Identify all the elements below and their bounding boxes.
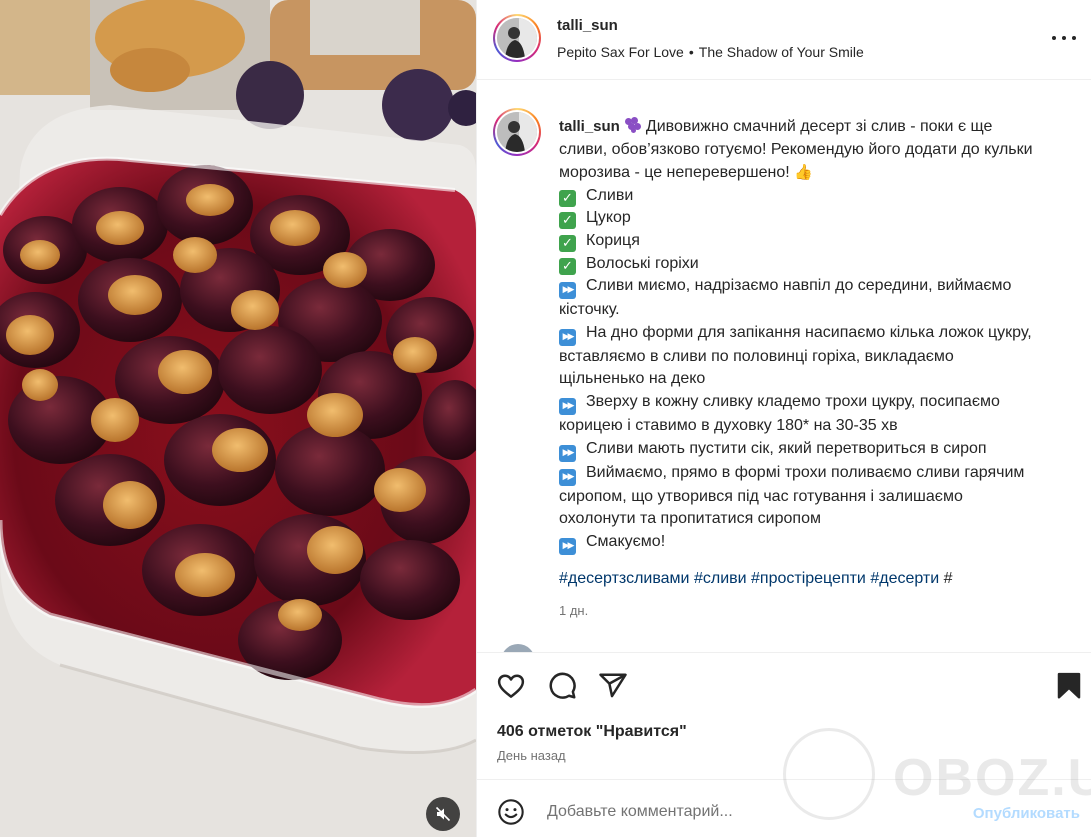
step-item-continued: щільненько на деко — [559, 370, 706, 388]
step-item-continued: сиропом, що утворився під час готування … — [559, 487, 963, 505]
likes-count[interactable]: 406 отметок "Нравится" — [497, 723, 687, 741]
caption-intro-line: Дивовижно смачний десерт зі слив - поки … — [645, 118, 993, 135]
hashtag-link[interactable]: #десерти — [870, 570, 939, 587]
step-item-continued: охолонути та пропитатися сиропом — [559, 510, 821, 528]
audio-separator: • — [688, 44, 694, 60]
caption-first-line: talli_sun Дивовижно смачний десерт зі сли… — [559, 116, 1083, 139]
hashtag-link[interactable]: # — [944, 570, 953, 587]
next-comment-avatar[interactable] — [501, 644, 535, 652]
hashtag-link[interactable]: #сливи — [694, 570, 747, 587]
more-options-button[interactable] — [1052, 28, 1076, 48]
add-comment-section: Опубликовать — [477, 781, 1091, 837]
fast-forward-icon: ▶▶ — [559, 444, 576, 462]
post-header: talli_sun Pepito Sax For Love • The Shadow… — [477, 0, 1091, 80]
ingredient-item: ✓ Сливи — [559, 185, 1083, 208]
caption-intro-line: сливи, обов’язково готуємо! Рекомендую й… — [559, 140, 1033, 158]
audio-attribution[interactable]: Pepito Sax For Love • The Shadow of Your S… — [557, 44, 864, 60]
audio-artist[interactable]: Pepito Sax For Love — [557, 44, 684, 60]
comment-icon — [549, 672, 576, 699]
step-item: ▶▶ Виймаємо, прямо в формі трохи поливаєм… — [559, 462, 1083, 486]
save-button[interactable] — [1054, 671, 1084, 701]
plum-dessert-image — [0, 0, 476, 837]
step-item: ▶▶ На дно форми для запікання насипаємо к… — [559, 322, 1083, 346]
caption-intro-line: морозива - це неперевершено! 👍 — [559, 161, 1083, 185]
caption-author-avatar[interactable] — [493, 108, 541, 156]
fast-forward-icon: ▶▶ — [559, 397, 576, 415]
post-actions: 406 отметок "Нравится" День назад — [477, 652, 1091, 780]
ingredient-item: ✓ Кориця — [559, 230, 1083, 253]
author-username[interactable]: talli_sun — [557, 17, 618, 34]
post-date: День назад — [497, 748, 566, 763]
speaker-muted-icon — [435, 806, 451, 822]
step-item-continued: кісточку. — [559, 301, 620, 319]
step-item: ▶▶ Сливи миємо, надрізаємо навпіл до сере… — [559, 275, 1083, 300]
like-button[interactable] — [496, 671, 526, 701]
step-item-continued: вставляємо в сливи по половинці горіха, … — [559, 347, 954, 365]
more-dot-icon — [1052, 36, 1056, 40]
comments-scroll-area[interactable]: talli_sun Дивовижно смачний десерт зі сли… — [477, 81, 1091, 652]
comment-input[interactable] — [547, 797, 947, 827]
fast-forward-icon: ▶▶ — [559, 468, 576, 486]
avatar-image — [497, 18, 537, 58]
more-dot-icon — [1062, 36, 1066, 40]
check-mark-button-icon: ✓ — [559, 234, 576, 252]
caption-timestamp[interactable]: 1 дн. — [559, 600, 1083, 623]
fast-forward-icon: ▶▶ — [559, 537, 576, 555]
grapes-icon — [624, 117, 642, 133]
fast-forward-icon: ▶▶ — [559, 328, 576, 346]
hashtag-link[interactable]: #простірецепти — [751, 570, 866, 587]
audio-title[interactable]: The Shadow of Your Smile — [699, 44, 864, 60]
author-avatar[interactable] — [493, 14, 541, 62]
publish-button[interactable]: Опубликовать — [973, 805, 1080, 822]
step-item: ▶▶ Сливи мають пустити сік, який перетвор… — [559, 438, 1083, 462]
emoji-button[interactable] — [497, 798, 525, 826]
more-dot-icon — [1072, 36, 1076, 40]
comment-button[interactable] — [547, 671, 577, 701]
post-caption: talli_sun Дивовижно смачний десерт зі сли… — [559, 116, 1083, 623]
hashtags: #десертзсливами #сливи #простірецепти #д… — [559, 568, 1083, 591]
check-mark-button-icon: ✓ — [559, 257, 576, 275]
check-mark-button-icon: ✓ — [559, 189, 576, 207]
hashtag-link[interactable]: #десертзсливами — [559, 570, 690, 587]
step-item-continued: корицею і ставимо в духовку 180* на 30-3… — [559, 416, 898, 434]
post-photo[interactable] — [0, 0, 476, 837]
caption-username[interactable]: talli_sun — [559, 118, 620, 135]
check-mark-button-icon: ✓ — [559, 212, 576, 230]
thumbs-up-icon: 👍 — [794, 163, 813, 182]
bookmark-icon — [1057, 672, 1081, 699]
fast-forward-icon: ▶▶ — [559, 282, 576, 300]
audio-muted-button[interactable] — [426, 797, 460, 831]
step-item: ▶▶ Смакуємо! — [559, 531, 1083, 555]
step-item: ▶▶ Зверху в кожну сливку кладемо трохи цу… — [559, 391, 1083, 415]
smiley-icon — [498, 799, 524, 825]
post-details-panel: talli_sun Pepito Sax For Love • The Shadow… — [476, 0, 1091, 837]
heart-icon — [497, 674, 525, 698]
ingredient-item: ✓ Волоські горіхи — [559, 253, 1083, 276]
ingredient-item: ✓ Цукор — [559, 207, 1083, 230]
share-icon — [599, 673, 627, 698]
avatar-image — [497, 112, 537, 152]
share-button[interactable] — [598, 671, 628, 701]
